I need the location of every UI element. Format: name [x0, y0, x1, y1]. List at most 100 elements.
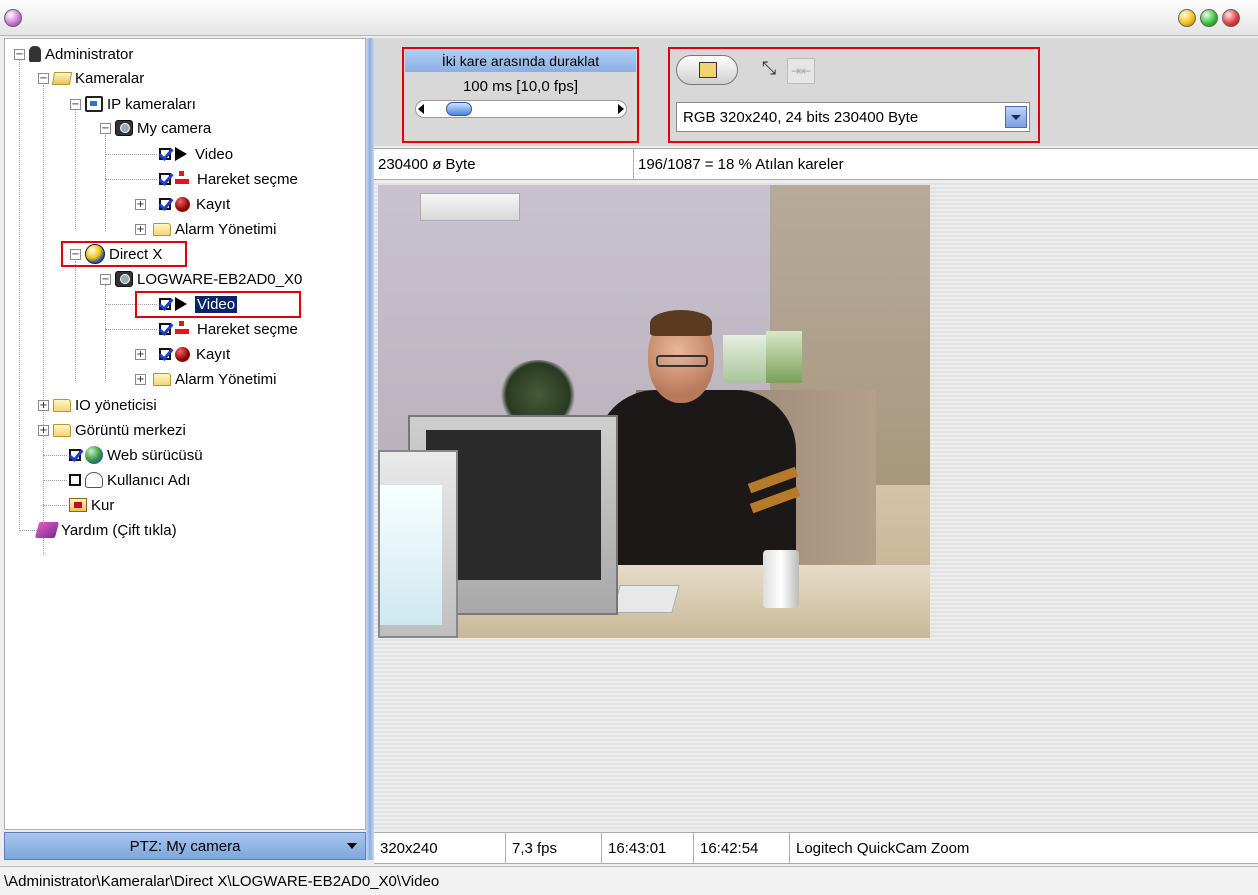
expand-gorunti-icon[interactable]: +: [38, 425, 49, 436]
play-icon: [175, 147, 187, 161]
status-fps: 7,3 fps: [506, 833, 602, 863]
record-checkbox[interactable]: [159, 198, 171, 210]
user-key-icon: [85, 472, 103, 488]
expand-alarm-icon[interactable]: +: [135, 224, 146, 235]
status-time-current: 16:43:01: [602, 833, 694, 863]
tree-line: [75, 109, 76, 229]
video-mug: [763, 550, 799, 608]
motion-detection-icon: [175, 171, 189, 187]
tree-item-administrator[interactable]: Administrator: [29, 43, 133, 65]
status-time-start: 16:42:54: [694, 833, 790, 863]
tree-item-kameralar[interactable]: Kameralar: [51, 67, 144, 89]
tree-item-kullanici[interactable]: Kullanıcı Adı: [69, 469, 190, 491]
tree-line: [43, 85, 44, 555]
video-person-hair: [650, 310, 712, 336]
video-air-conditioner: [420, 193, 520, 221]
maximize-orb-icon[interactable]: [1200, 9, 1218, 27]
status-bar: 320x240 7,3 fps 16:43:01 16:42:54 Logite…: [374, 832, 1258, 864]
tree-item-my-camera-record[interactable]: Kayıt: [159, 193, 230, 215]
motion-checkbox[interactable]: [159, 173, 171, 185]
video-checkbox[interactable]: [159, 148, 171, 160]
ptz-camera-select[interactable]: PTZ: My camera: [4, 832, 366, 860]
panel-splitter[interactable]: [366, 38, 374, 860]
tree-item-kur[interactable]: Kur: [69, 494, 114, 516]
record-icon: [175, 196, 190, 212]
collapse-kameralar-icon[interactable]: −: [38, 73, 49, 84]
highlight-frame-rate: [402, 47, 639, 143]
camera-icon: [115, 271, 133, 287]
tree-line: [75, 261, 76, 381]
expand-kayit-icon[interactable]: +: [135, 349, 146, 360]
record-checkbox[interactable]: [159, 348, 171, 360]
current-path: \Administrator\Kameralar\Direct X\LOGWAR…: [4, 872, 440, 890]
tree-line: [19, 59, 20, 529]
motion-detection-icon: [175, 321, 189, 337]
status-device: Logitech QuickCam Zoom: [796, 839, 970, 857]
expand-kayit-icon[interactable]: +: [135, 199, 146, 210]
tree-line: [105, 135, 106, 231]
highlight-video: [135, 291, 301, 318]
status-resolution: 320x240: [374, 833, 506, 863]
title-bar: [0, 0, 1258, 36]
camera-icon: [115, 120, 133, 136]
tree-line: [105, 154, 157, 155]
setup-icon: [69, 498, 87, 512]
user-checkbox[interactable]: [69, 474, 81, 486]
folder-icon: [153, 222, 171, 236]
tree-item-gorunti[interactable]: Görüntü merkezi: [53, 419, 186, 441]
admin-icon: [29, 46, 41, 62]
tree-line: [43, 505, 67, 506]
byte-size: 230400 ø Byte: [374, 149, 634, 179]
folder-icon: [53, 398, 71, 412]
tree-line: [43, 455, 67, 456]
window-orb-icon[interactable]: [4, 9, 22, 27]
chevron-down-icon: [347, 843, 357, 849]
tree-item-web[interactable]: Web sürücüsü: [69, 444, 203, 466]
folder-icon: [53, 423, 71, 437]
tree-line: [105, 329, 157, 330]
video-keyboard: [612, 585, 680, 613]
collapse-ip-kameralari-icon[interactable]: −: [70, 99, 81, 110]
video-monitor-screen: [380, 485, 442, 625]
tree-item-io[interactable]: IO yöneticisi: [53, 394, 157, 416]
video-box: [766, 331, 802, 383]
tree-item-my-camera-alarm[interactable]: Alarm Yönetimi: [153, 218, 276, 240]
motion-checkbox[interactable]: [159, 323, 171, 335]
tree-line: [19, 530, 37, 531]
tree-item-logware-motion[interactable]: Hareket seçme: [159, 318, 298, 340]
expand-io-icon[interactable]: +: [38, 400, 49, 411]
tree-item-my-camera-motion[interactable]: Hareket seçme: [159, 168, 298, 190]
tree-item-logware-alarm[interactable]: Alarm Yönetimi: [153, 368, 276, 390]
tree-line: [43, 480, 67, 481]
globe-icon: [85, 446, 103, 464]
highlight-format: [668, 47, 1040, 143]
expand-alarm-icon[interactable]: +: [135, 374, 146, 385]
network-camera-icon: [85, 96, 103, 112]
minimize-orb-icon[interactable]: [1178, 9, 1196, 27]
collapse-logware-icon[interactable]: −: [100, 274, 111, 285]
close-orb-icon[interactable]: [1222, 9, 1240, 27]
dropped-frames: 196/1087 = 18 % Atılan kareler: [638, 155, 844, 173]
folder-icon: [153, 372, 171, 386]
help-book-icon: [34, 522, 60, 538]
video-person-glasses: [656, 355, 708, 367]
collapse-my-camera-icon[interactable]: −: [100, 123, 111, 134]
open-folder-icon: [51, 71, 73, 85]
camera-video-image: [378, 185, 930, 638]
collapse-administrator-icon[interactable]: −: [14, 49, 25, 60]
tree-item-my-camera-video[interactable]: Video: [159, 143, 233, 165]
path-bar: \Administrator\Kameralar\Direct X\LOGWAR…: [0, 866, 1258, 895]
tree-item-logware[interactable]: LOGWARE-EB2AD0_X0: [115, 268, 302, 290]
tree-item-ip-kameralari[interactable]: IP kameraları: [85, 93, 196, 115]
video-box: [723, 335, 771, 383]
record-icon: [175, 346, 190, 362]
web-checkbox[interactable]: [69, 449, 81, 461]
camera-tree-panel: − Administrator − Kameralar − IP kameral…: [4, 38, 366, 830]
highlight-direct-x: [61, 241, 187, 267]
tree-item-logware-record[interactable]: Kayıt: [159, 343, 230, 365]
info-bar: 230400 ø Byte 196/1087 = 18 % Atılan kar…: [374, 148, 1258, 180]
tree-line: [105, 179, 157, 180]
tree-line: [105, 285, 106, 381]
tree-item-my-camera[interactable]: My camera: [115, 117, 211, 139]
tree-item-yardim[interactable]: Yardım (Çift tıkla): [34, 519, 177, 541]
